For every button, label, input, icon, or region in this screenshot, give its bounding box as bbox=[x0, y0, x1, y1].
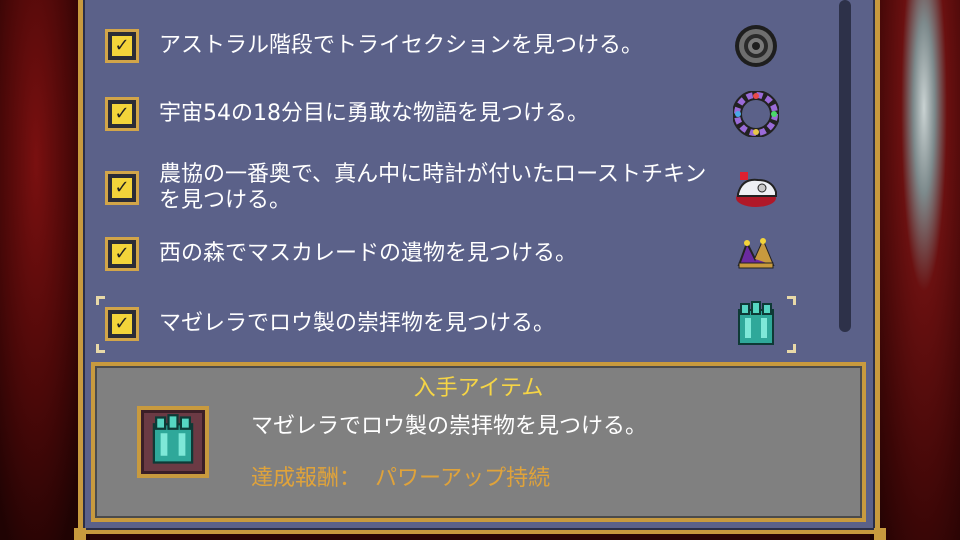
wax-idol-icon bbox=[147, 413, 199, 471]
check-icon: ✓ bbox=[112, 36, 132, 56]
quest-checkbox[interactable]: ✓ bbox=[105, 171, 139, 205]
check-icon: ✓ bbox=[112, 244, 132, 264]
quest-checkbox[interactable]: ✓ bbox=[105, 237, 139, 271]
quest-row[interactable]: ✓ 宇宙54の18分目に勇敢な物語を見つける。 bbox=[105, 90, 795, 138]
quest-text: アストラル階段でトライセクションを見つける。 bbox=[159, 33, 644, 58]
detail-reward: 達成報酬： パワーアップ持続 bbox=[251, 460, 550, 492]
jeweled-ring-icon bbox=[732, 90, 780, 138]
check-icon: ✓ bbox=[112, 178, 132, 198]
reward-label: 達成報酬： bbox=[251, 466, 362, 491]
background-left bbox=[0, 0, 90, 540]
quest-checkbox[interactable]: ✓ bbox=[105, 307, 139, 341]
roast-chicken-icon bbox=[732, 164, 780, 212]
quest-text: 宇宙54の18分目に勇敢な物語を見つける。 bbox=[159, 101, 589, 126]
selection-corner bbox=[787, 296, 796, 305]
quest-row[interactable]: ✓ 西の森でマスカレードの遺物を見つける。 bbox=[105, 232, 795, 276]
check-icon: ✓ bbox=[112, 104, 132, 124]
check-icon: ✓ bbox=[112, 314, 132, 334]
detail-icon-frame bbox=[137, 406, 209, 478]
frame-corner bbox=[874, 528, 886, 540]
item-detail-box: 入手アイテム マゼレラでロウ製の崇拝物を見つける。 達成報酬： パワーアップ持続 bbox=[91, 362, 866, 522]
selection-corner bbox=[96, 344, 105, 353]
detail-item-name: マゼレラでロウ製の崇拝物を見つける。 bbox=[251, 414, 648, 439]
quest-row[interactable]: ✓ 農協の一番奥で、真ん中に時計が付いたローストチキンを見つける。 bbox=[105, 160, 795, 216]
scrollbar[interactable] bbox=[839, 0, 851, 332]
quest-checkbox[interactable]: ✓ bbox=[105, 97, 139, 131]
quest-row-selected[interactable]: ✓ マゼレラでロウ製の崇拝物を見つける。 bbox=[105, 300, 795, 348]
background-right bbox=[870, 0, 960, 540]
quest-row[interactable]: ✓ アストラル階段でトライセクションを見つける。 bbox=[105, 24, 795, 68]
gear-disc-icon bbox=[732, 22, 780, 70]
quest-text: 農協の一番奥で、真ん中に時計が付いたローストチキンを見つける。 bbox=[159, 162, 707, 213]
quest-text: 西の森でマスカレードの遺物を見つける。 bbox=[159, 241, 578, 266]
quest-text: マゼレラでロウ製の崇拝物を見つける。 bbox=[159, 311, 556, 336]
jester-hat-icon bbox=[732, 230, 780, 278]
selection-corner bbox=[787, 344, 796, 353]
detail-header: 入手アイテム bbox=[413, 376, 544, 401]
quest-checkbox[interactable]: ✓ bbox=[105, 29, 139, 63]
selection-corner bbox=[96, 296, 105, 305]
wax-idol-icon bbox=[732, 300, 780, 348]
frame-corner bbox=[74, 528, 86, 540]
reward-value: パワーアップ持続 bbox=[375, 466, 551, 491]
